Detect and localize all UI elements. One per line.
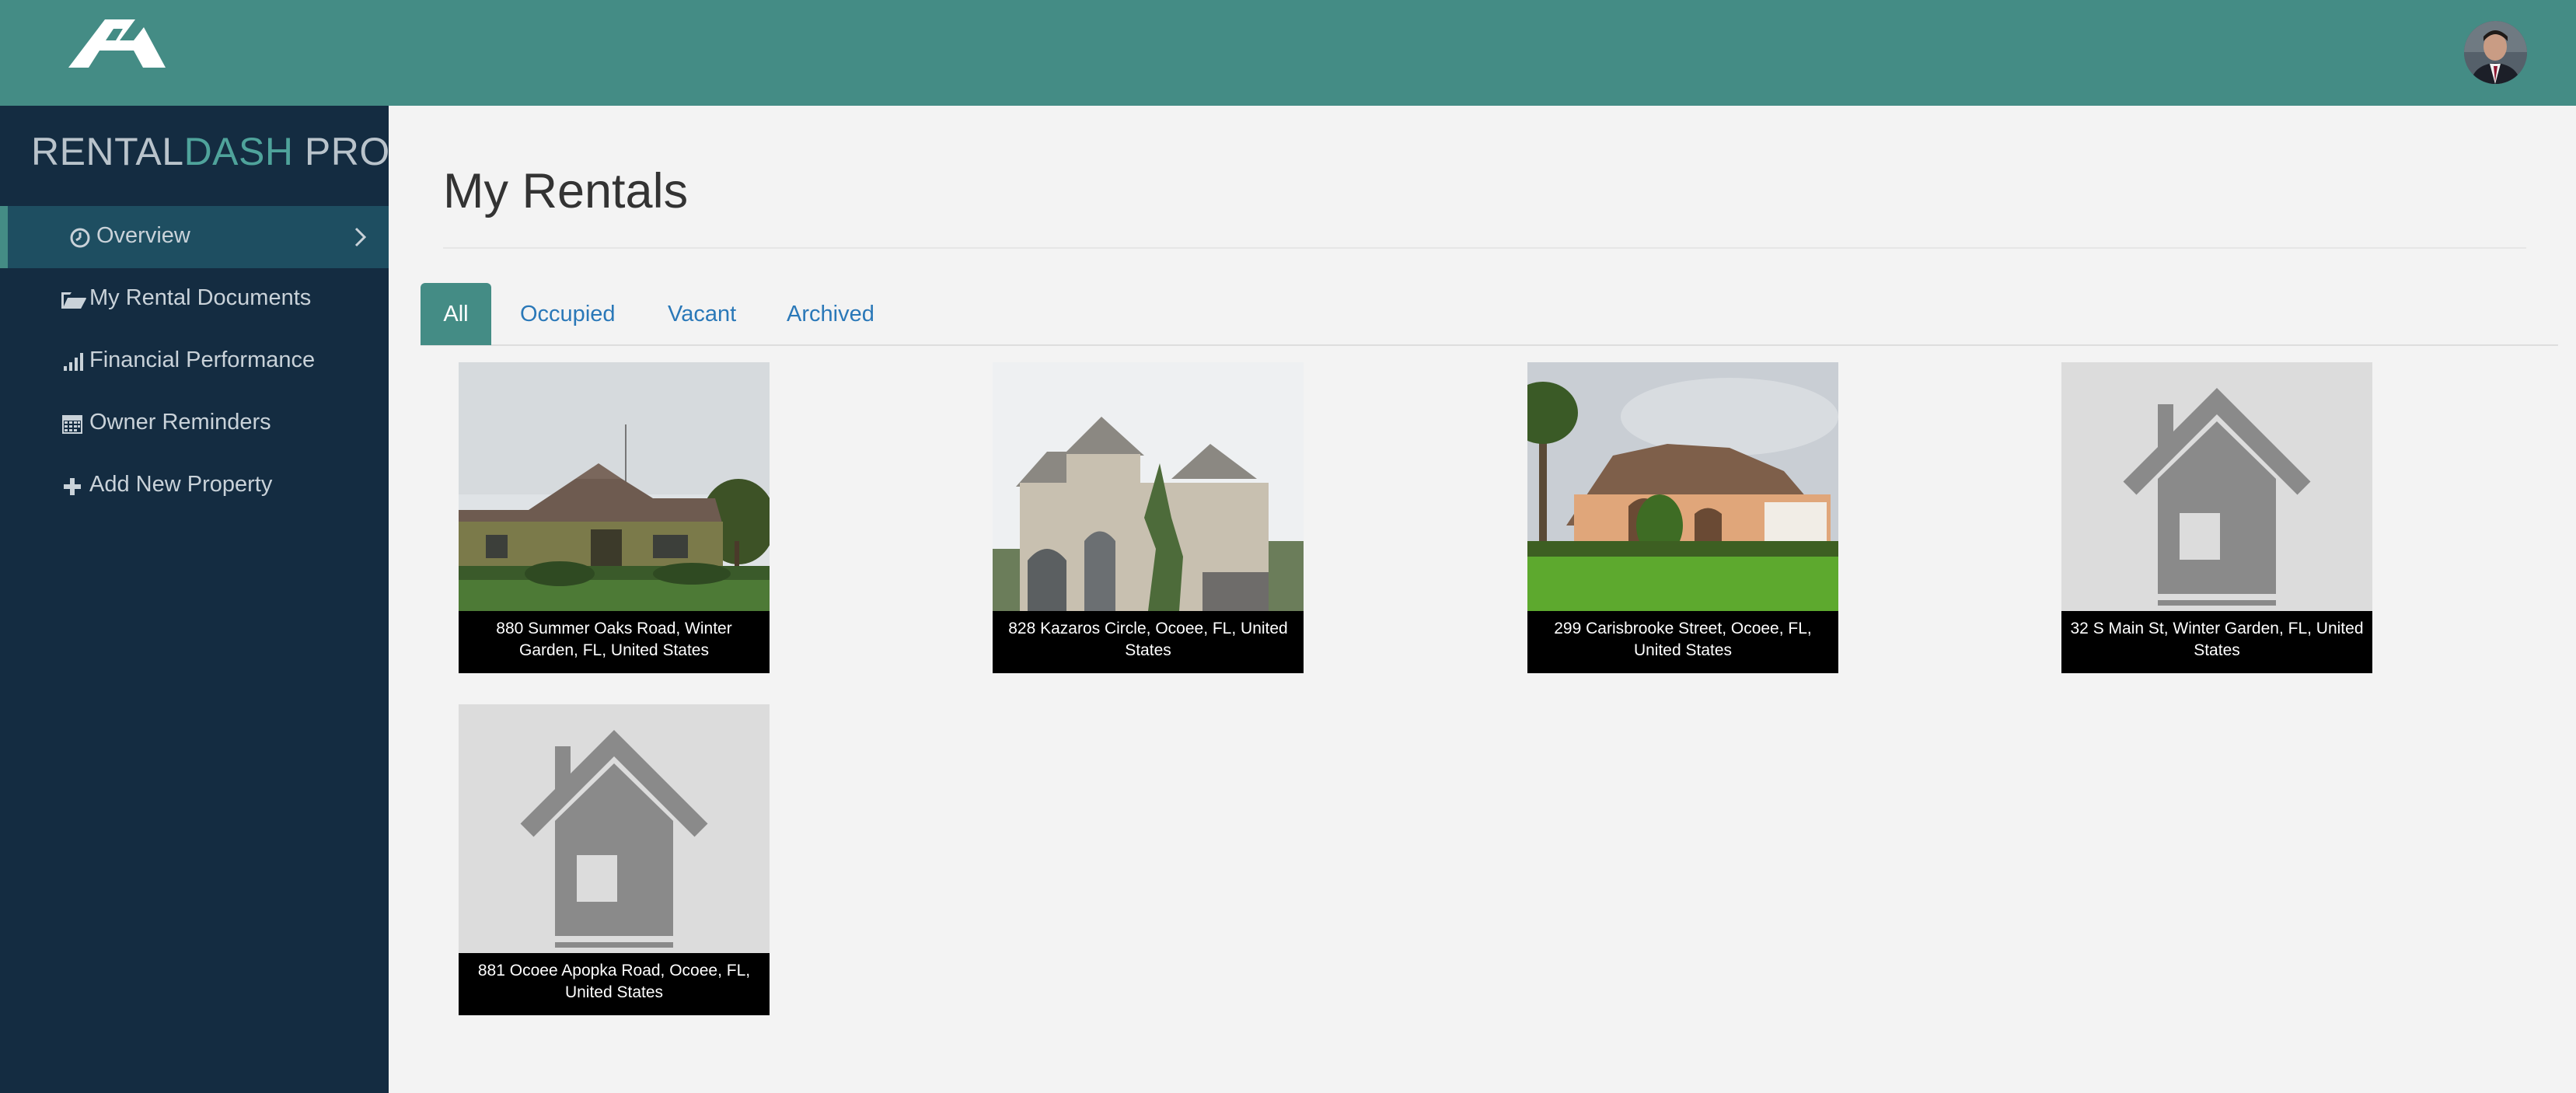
sidebar-item-label: My Rental Documents [89,285,312,310]
property-card[interactable]: 881 Ocoee Apopka Road, Ocoee, FL, United… [459,704,770,1015]
brand-pro: PRO [293,130,390,173]
property-address: 299 Carisbrooke Street, Ocoee, FL, Unite… [1527,611,1838,673]
sidebar-item-label: Add New Property [89,472,273,497]
property-card[interactable]: 880 Summer Oaks Road, Winter Garden, FL,… [459,362,770,673]
sidebar-item-label: Financial Performance [89,347,316,372]
tab-archived[interactable]: Archived [787,283,874,345]
sidebar-item-add-property[interactable]: Add New Property [0,455,389,517]
house-roof-logo-icon[interactable] [68,19,166,69]
house-photo [1527,362,1838,611]
sidebar-item-overview[interactable]: Overview [0,206,389,268]
page-title: My Rentals [443,164,689,218]
sidebar-item-rental-documents[interactable]: My Rental Documents [0,268,389,330]
sidebar-item-label: Overview [96,223,190,248]
property-address: 881 Ocoee Apopka Road, Ocoee, FL, United… [459,953,770,1015]
property-address: 828 Kazaros Circle, Ocoee, FL, United St… [993,611,1304,673]
tabs-divider [421,344,2558,346]
chevron-right-icon [354,227,367,247]
tab-vacant[interactable]: Vacant [668,283,736,345]
plus-icon [64,478,81,495]
house-photo [993,362,1304,611]
house-placeholder-icon [459,704,770,953]
brand-dash: DASH [183,130,294,173]
tab-occupied[interactable]: Occupied [520,283,616,345]
property-card[interactable]: 32 S Main St, Winter Garden, FL, United … [2061,362,2372,673]
user-avatar[interactable] [2464,21,2527,84]
property-card[interactable]: 828 Kazaros Circle, Ocoee, FL, United St… [993,362,1304,673]
property-address: 32 S Main St, Winter Garden, FL, United … [2061,611,2372,673]
property-address: 880 Summer Oaks Road, Winter Garden, FL,… [459,611,770,673]
house-photo [459,362,770,611]
top-bar [0,0,2576,106]
sidebar-item-owner-reminders[interactable]: Owner Reminders [0,393,389,455]
brand-rental: RENTAL [31,130,184,173]
house-placeholder-icon [2061,362,2372,611]
property-card[interactable]: 299 Carisbrooke Street, Ocoee, FL, Unite… [1527,362,1838,673]
title-divider [443,247,2526,249]
sidebar-item-financial-performance[interactable]: Financial Performance [0,330,389,393]
bar-chart-icon [64,353,83,371]
clock-icon [70,228,90,248]
folder-open-icon [61,292,86,309]
tab-all[interactable]: All [421,283,491,345]
sidebar-item-label: Owner Reminders [89,410,271,435]
app-brand: RENTALDASH PRO [31,129,390,174]
calendar-icon [62,415,82,434]
